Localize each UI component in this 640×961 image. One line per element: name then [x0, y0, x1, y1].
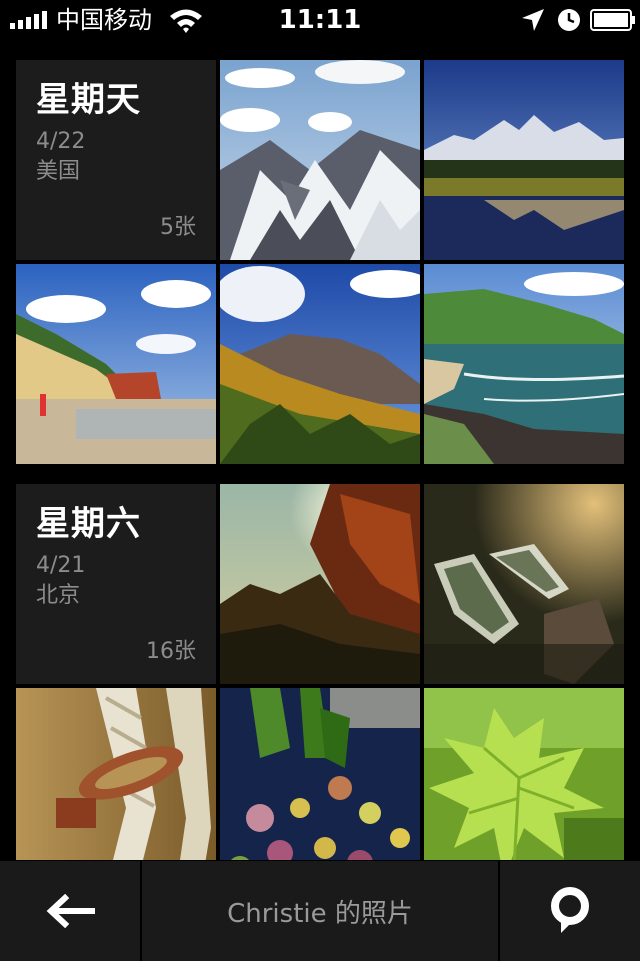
photo-thumbnail[interactable]	[16, 264, 216, 464]
location-arrow-icon	[522, 9, 544, 31]
day-location: 北京	[36, 583, 81, 608]
photo-mountain-lake-image	[424, 60, 624, 260]
day-date: 4/21	[36, 553, 86, 578]
photo-thumbnail[interactable]	[16, 688, 216, 888]
photo-thumbnail[interactable]	[220, 484, 420, 684]
photo-thumbnail[interactable]	[424, 688, 624, 888]
photo-count: 16张	[146, 639, 196, 664]
day-card-saturday[interactable]: 星期六 4/21 北京 16张	[16, 484, 216, 684]
photo-green-leaf-image	[424, 688, 624, 888]
photo-thumbnail[interactable]	[220, 60, 420, 260]
back-arrow-icon	[46, 894, 95, 928]
battery-icon	[590, 9, 635, 31]
photo-snowy-mountains-image	[220, 60, 420, 260]
toolbar-title: Christie 的照片	[227, 898, 413, 929]
photo-coastal-bay-image	[424, 264, 624, 464]
photo-thumbnail[interactable]	[424, 264, 624, 464]
photo-thumbnail[interactable]	[424, 60, 624, 260]
photo-beach-cliffs-image	[16, 264, 216, 464]
day-date: 4/22	[36, 129, 86, 154]
photo-thumbnail[interactable]	[424, 484, 624, 684]
photo-sunlit-trees-image	[220, 484, 420, 684]
photo-count: 5张	[160, 215, 196, 240]
alarm-clock-icon	[558, 9, 580, 31]
photo-thumbnail[interactable]	[220, 264, 420, 464]
day-title: 星期天	[36, 80, 141, 120]
day-card-sunday[interactable]: 星期天 4/22 美国 5张	[16, 60, 216, 260]
status-bar: 中国移动 11:11	[0, 0, 640, 40]
day-title: 星期六	[36, 504, 141, 544]
photo-rowboats-image	[424, 484, 624, 684]
photo-lily-pond-image	[220, 688, 420, 888]
back-button[interactable]	[0, 861, 140, 961]
photo-thumbnail[interactable]	[220, 688, 420, 888]
photo-rope-hook-image	[16, 688, 216, 888]
bottom-toolbar: Christie 的照片	[0, 860, 640, 961]
map-pin-icon	[551, 887, 589, 933]
map-button[interactable]	[500, 861, 640, 961]
photo-autumn-valley-image	[220, 264, 420, 464]
day-location: 美国	[36, 159, 81, 184]
